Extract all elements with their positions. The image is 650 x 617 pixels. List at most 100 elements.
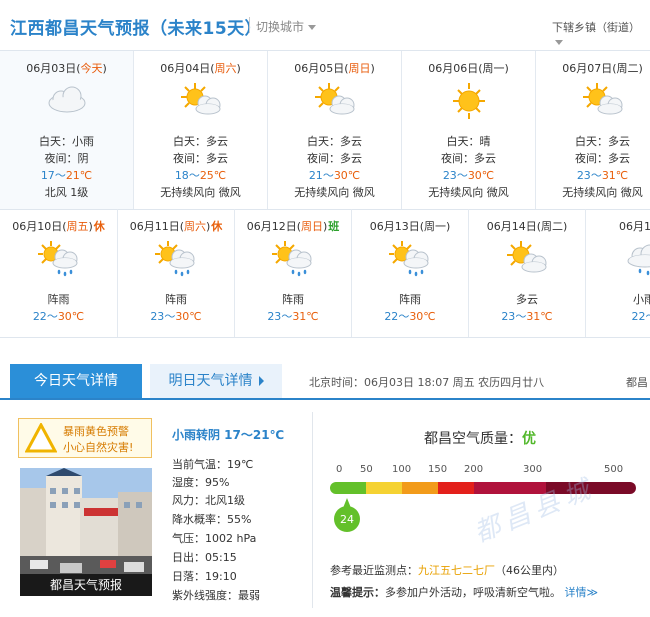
weather-warning[interactable]: 暴雨黄色预警 小心自然灾害! bbox=[18, 418, 152, 458]
header-divider bbox=[249, 17, 250, 33]
aqi-tick: 0 bbox=[336, 464, 343, 475]
page-title: 江西都昌天气预报（未来15天） bbox=[10, 19, 263, 39]
aqi-tick: 500 bbox=[604, 464, 624, 475]
section-divider bbox=[312, 412, 313, 608]
forecast-day-card[interactable]: 06月04日(周六) 白天：多云 夜间：多云 18～25℃ 无持续风向 微风 bbox=[134, 51, 268, 209]
sun-rain-icon bbox=[155, 241, 195, 277]
night-weather: 夜间：阴 bbox=[44, 152, 89, 165]
holiday-tag: 休 bbox=[211, 220, 223, 233]
precip-prob: 降水概率：55% bbox=[172, 513, 252, 526]
sub-area-label: 下辖乡镇（街道） bbox=[552, 21, 640, 34]
temperature-range: 22～30℃ bbox=[384, 310, 436, 323]
forecast-day-card[interactable]: 06月11日(周六)休 阵雨 23～30℃ bbox=[118, 209, 235, 337]
temperature-range: 18～25℃ bbox=[174, 169, 227, 182]
day-weather: 白天：多云 bbox=[307, 135, 362, 148]
switch-city-button[interactable]: 切换城市 bbox=[256, 18, 317, 35]
night-weather: 夜间：多云 bbox=[307, 152, 362, 165]
uv-index: 紫外线强度：最弱 bbox=[172, 589, 260, 602]
aqi-segment-good bbox=[366, 482, 402, 494]
wind: 北风 1级 bbox=[44, 186, 89, 199]
weather-desc: 阵雨 bbox=[165, 293, 187, 306]
forecast-date: 06月06日(周一) bbox=[428, 62, 509, 75]
forecast-row-2: 06月10日(周五)休 阵雨 22～30℃ 06月11日(周六)休 阵雨 23～… bbox=[0, 209, 650, 338]
forecast-date: 06月13日(周一) bbox=[369, 220, 451, 233]
current-temp: 当前气温：19℃ bbox=[172, 458, 254, 471]
aqi-tick: 300 bbox=[523, 464, 543, 475]
warning-title: 暴雨黄色预警 bbox=[63, 425, 129, 438]
wind: 无持续风向 微风 bbox=[294, 186, 375, 199]
chevron-down-icon bbox=[555, 39, 563, 45]
humidity: 湿度：95% bbox=[172, 476, 230, 489]
holiday-tag: 休 bbox=[93, 220, 105, 233]
health-tip: 温馨提示：多参加户外活动，呼吸清新空气啦。 详情≫ bbox=[330, 586, 599, 599]
day-weather: 白天：多云 bbox=[173, 135, 228, 148]
city-photo: 都昌天气预报 bbox=[20, 468, 152, 596]
weather-desc: 阵雨 bbox=[399, 293, 421, 306]
forecast-day-card[interactable]: 06月05日(周日) 白天：多云 夜间：多云 21～30℃ 无持续风向 微风 bbox=[268, 51, 402, 209]
wind: 无持续风向 微风 bbox=[428, 186, 509, 199]
sun-cloud-icon bbox=[180, 83, 220, 115]
chevron-down-icon bbox=[308, 25, 317, 30]
forecast-date: 06月10日(周五)休 bbox=[12, 220, 105, 233]
temperature-range: 23～31℃ bbox=[267, 310, 319, 323]
temperature-range: 22～ bbox=[631, 310, 650, 323]
aqi-value-marker: 24 bbox=[334, 498, 361, 532]
city-link[interactable]: 都昌 bbox=[626, 374, 648, 390]
station-name[interactable]: 九江五七二七厂 bbox=[418, 564, 495, 577]
night-weather: 夜间：多云 bbox=[441, 152, 496, 165]
details-link[interactable]: 详情≫ bbox=[565, 586, 599, 599]
forecast-day-card[interactable]: 06月10日(周五)休 阵雨 22～30℃ bbox=[0, 209, 118, 337]
temperature-range: 17～21℃ bbox=[40, 169, 93, 182]
aqi-segment-moderate bbox=[438, 482, 474, 494]
forecast-date: 06月07日(周二) bbox=[562, 62, 643, 75]
watermark: 都昌县城 bbox=[469, 472, 600, 549]
wind-force: 风力：北风1级 bbox=[172, 494, 245, 507]
wind: 无持续风向 微风 bbox=[160, 186, 241, 199]
sun-rain-icon bbox=[37, 241, 77, 277]
forecast-day-card[interactable]: 06月06日(周一) 白天：晴 夜间：多云 23～30℃ 无持续风向 微风 bbox=[402, 51, 536, 209]
forecast-day-card[interactable]: 06月15日 小雨 22～ bbox=[586, 209, 650, 337]
warning-triangle-icon bbox=[25, 423, 57, 453]
forecast-date: 06月12日(周日)班 bbox=[246, 220, 340, 233]
sun-icon bbox=[452, 83, 485, 119]
sun-cloud-icon bbox=[507, 241, 547, 273]
weather-desc: 多云 bbox=[516, 293, 538, 306]
sun-cloud-icon bbox=[314, 83, 354, 115]
weather-desc: 阵雨 bbox=[47, 293, 70, 306]
sunrise: 日出：05:15 bbox=[172, 551, 237, 564]
aqi-tick: 150 bbox=[428, 464, 448, 475]
sun-rain-icon bbox=[272, 241, 312, 277]
forecast-date: 06月14日(周二) bbox=[486, 220, 568, 233]
photo-caption: 都昌天气预报 bbox=[20, 574, 152, 596]
forecast-day-card[interactable]: 06月13日(周一) 阵雨 22～30℃ bbox=[352, 209, 469, 337]
day-weather: 白天：晴 bbox=[446, 135, 491, 148]
wind: 无持续风向 微风 bbox=[562, 186, 643, 199]
forecast-row-1: 06月03日(今天) 白天：小雨 夜间：阴 17～21℃ 北风 1级 06月04… bbox=[0, 51, 650, 210]
tab-today-detail[interactable]: 今日天气详情 bbox=[10, 364, 142, 398]
forecast-date: 06月04日(周六) bbox=[160, 62, 241, 75]
aqi-value: 24 bbox=[340, 513, 354, 526]
aqi-segment-excellent bbox=[330, 482, 366, 494]
chevron-right-icon bbox=[258, 376, 264, 386]
day-weather: 白天：小雨 bbox=[39, 135, 94, 148]
forecast-day-card[interactable]: 06月07日(周二) 白天：多云 夜间：多云 23～31℃ 无持续风向 微风 bbox=[536, 51, 650, 209]
tab-tomorrow-detail[interactable]: 明日天气详情 bbox=[150, 364, 282, 398]
workday-tag: 班 bbox=[328, 220, 340, 233]
forecast-date: 06月03日(今天) bbox=[26, 62, 107, 75]
sub-area-dropdown[interactable]: 下辖乡镇（街道） bbox=[552, 19, 650, 48]
air-quality-level: 优 bbox=[522, 431, 536, 447]
temperature-range: 23～31℃ bbox=[501, 310, 553, 323]
aqi-tick: 50 bbox=[360, 464, 373, 475]
air-quality-title: 都昌空气质量：优 bbox=[424, 431, 536, 447]
temperature-range: 21～30℃ bbox=[308, 169, 361, 182]
forecast-day-card[interactable]: 06月14日(周二) 多云 23～31℃ bbox=[469, 209, 586, 337]
forecast-day-card[interactable]: 06月03日(今天) 白天：小雨 夜间：阴 17～21℃ 北风 1级 bbox=[0, 51, 134, 209]
pressure: 气压：1002 hPa bbox=[172, 532, 257, 545]
page-header: 江西都昌天气预报（未来15天） 切换城市 下辖乡镇（街道） bbox=[0, 0, 650, 51]
forecast-day-card[interactable]: 06月12日(周日)班 阵雨 23～31℃ bbox=[235, 209, 352, 337]
aqi-segment-light bbox=[402, 482, 438, 494]
aqi-tick: 100 bbox=[392, 464, 412, 475]
aqi-tick: 200 bbox=[464, 464, 484, 475]
detail-tabs: 今日天气详情 明日天气详情 北京时间：06月03日 18:07 周五 农历四月廿… bbox=[0, 350, 650, 400]
cloud-rain-icon bbox=[627, 244, 650, 276]
